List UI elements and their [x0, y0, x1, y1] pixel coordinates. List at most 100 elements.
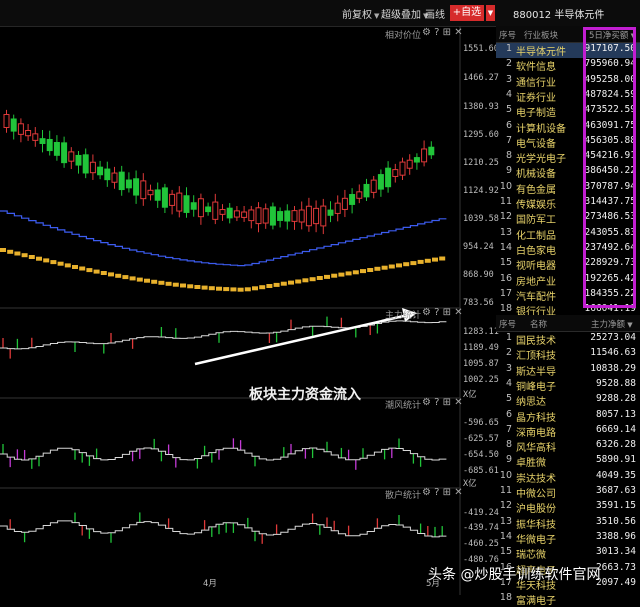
close-icon[interactable]: ✕ — [454, 487, 462, 498]
gold-bar — [93, 269, 100, 274]
pane-tools[interactable]: ⚙ ? ⊞ ✕ — [422, 307, 463, 318]
chart-toolbar: 前复权 ▼ 超级叠加 ▼ 画线 +自选 ▼ 880012 半导体元件 — [0, 0, 640, 27]
candle-body — [183, 195, 190, 213]
gear-icon[interactable]: ⚙ — [422, 27, 431, 38]
table-row[interactable]: 15 瑞芯微 3013.34 — [496, 546, 640, 561]
axis-tick: 783.56 — [463, 298, 494, 308]
col-header[interactable]: 名称 — [530, 318, 547, 330]
gear-icon[interactable]: ⚙ — [422, 487, 431, 498]
table-row[interactable]: 5 纳思达 9288.28 — [496, 393, 640, 408]
row-index: 4 — [505, 377, 512, 389]
row-name: 计算机设备 — [516, 123, 566, 135]
candle-body — [341, 197, 348, 210]
main-flow-line — [0, 320, 447, 350]
gold-bar — [208, 286, 215, 291]
table-row[interactable]: 13 振华科技 3510.56 — [496, 516, 640, 531]
row-index: 9 — [505, 165, 512, 177]
pane-tools[interactable]: ⚙ ? ⊞ ✕ — [422, 487, 463, 498]
pane-tools[interactable]: ⚙ ? ⊞ ✕ — [422, 27, 463, 38]
table-row[interactable]: 2 汇顶科技 11546.63 — [496, 347, 640, 362]
gold-bar — [180, 283, 186, 288]
candle-body — [219, 209, 226, 215]
x-axis-month: 4月 — [203, 579, 217, 589]
row-name: 振华科技 — [516, 519, 556, 531]
chevron-down-icon: ▼ — [625, 321, 633, 329]
gear-icon[interactable]: ⚙ — [422, 307, 431, 318]
row-value: 9528.88 — [595, 377, 636, 389]
help-icon[interactable]: ? — [434, 27, 439, 38]
table-row[interactable]: 12 沪电股份 3591.15 — [496, 500, 640, 515]
candle-body — [377, 174, 384, 190]
table-row[interactable]: 4 铜峰电子 9528.88 — [496, 378, 640, 393]
col-header[interactable]: 行业板块 — [524, 29, 558, 41]
fuquan-dropdown[interactable]: 前复权 ▼ — [342, 6, 379, 21]
chaofeng-title: 潮风统计 — [385, 401, 422, 411]
col-header[interactable]: 序号 — [499, 318, 516, 330]
table-row[interactable]: 18 富满电子 — [496, 592, 640, 607]
candle-body — [363, 183, 370, 198]
candle-body — [392, 169, 399, 177]
row-index: 12 — [499, 211, 512, 223]
gear-icon[interactable]: ⚙ — [422, 397, 431, 408]
row-value: 2097.49 — [595, 576, 636, 588]
table-row[interactable]: 11 中微公司 3687.63 — [496, 485, 640, 500]
close-icon[interactable]: ✕ — [454, 307, 462, 318]
axis-tick: 1283.11 — [463, 327, 499, 337]
row-index: 4 — [505, 88, 512, 100]
gold-bar — [237, 287, 244, 292]
table-row[interactable]: 8 风华高科 6326.28 — [496, 439, 640, 454]
gold-bar — [7, 249, 14, 254]
candle-body — [255, 207, 262, 225]
add-watchlist-button[interactable]: +自选 — [450, 5, 484, 21]
candle-body — [226, 207, 233, 219]
row-name: 半导体元件 — [516, 47, 566, 58]
axis-tick: -460.25 — [463, 539, 499, 549]
gold-bars — [0, 248, 446, 292]
restore-icon[interactable]: ⊞ — [443, 397, 451, 408]
row-name: 机械设备 — [516, 169, 556, 181]
col-header[interactable]: 序号 — [499, 29, 516, 41]
table-row[interactable]: 7 深南电路 6669.14 — [496, 424, 640, 439]
table-row[interactable]: 1 国民技术 25273.04 — [496, 332, 640, 347]
help-icon[interactable]: ? — [434, 487, 439, 498]
restore-icon[interactable]: ⊞ — [443, 487, 451, 498]
gold-bar — [381, 265, 388, 270]
candle-body — [205, 206, 212, 213]
help-icon[interactable]: ? — [434, 307, 439, 318]
row-name: 电子制造 — [516, 108, 556, 120]
row-name: 斯达半导 — [516, 366, 556, 378]
row-index: 11 — [499, 485, 512, 496]
chevron-down-icon[interactable]: ▼ — [486, 5, 495, 21]
close-icon[interactable]: ✕ — [454, 397, 462, 408]
draw-line-button[interactable]: 画线 — [425, 6, 445, 21]
table-row[interactable]: 10 崇达技术 4049.35 — [496, 470, 640, 485]
table-row[interactable]: 3 斯达半导 10838.29 — [496, 363, 640, 378]
help-icon[interactable]: ? — [434, 397, 439, 408]
gold-bar — [151, 279, 158, 284]
table-row[interactable]: 14 华微电子 3388.96 — [496, 531, 640, 546]
axis-tick: 1466.27 — [463, 73, 499, 83]
row-index: 16 — [499, 272, 512, 284]
table-row[interactable]: 9 卓胜微 5890.91 — [496, 454, 640, 469]
gold-bar — [244, 287, 251, 292]
candle-body — [269, 206, 276, 226]
axis-tick: -654.50 — [463, 450, 499, 460]
restore-icon[interactable]: ⊞ — [443, 27, 451, 38]
row-index: 5 — [505, 393, 512, 405]
row-index: 11 — [499, 196, 512, 207]
gold-bar — [432, 257, 438, 262]
pane-tools[interactable]: ⚙ ? ⊞ ✕ — [422, 397, 463, 408]
axis-tick: 1124.92 — [463, 186, 499, 196]
row-name: 崇达技术 — [516, 473, 556, 485]
candle-body — [421, 148, 428, 163]
close-icon[interactable]: ✕ — [454, 27, 462, 38]
overlay-dropdown[interactable]: 超级叠加 ▼ — [381, 6, 428, 21]
candle-body — [370, 179, 377, 193]
row-index: 10 — [499, 180, 512, 192]
row-index: 14 — [499, 530, 512, 542]
axis-tick: -439.74 — [463, 523, 499, 533]
candle-body — [111, 172, 118, 183]
restore-icon[interactable]: ⊞ — [443, 307, 451, 318]
table-row[interactable]: 6 晶方科技 8057.13 — [496, 409, 640, 424]
col-header-sorted[interactable]: 主力净额 ▼ — [591, 318, 633, 330]
